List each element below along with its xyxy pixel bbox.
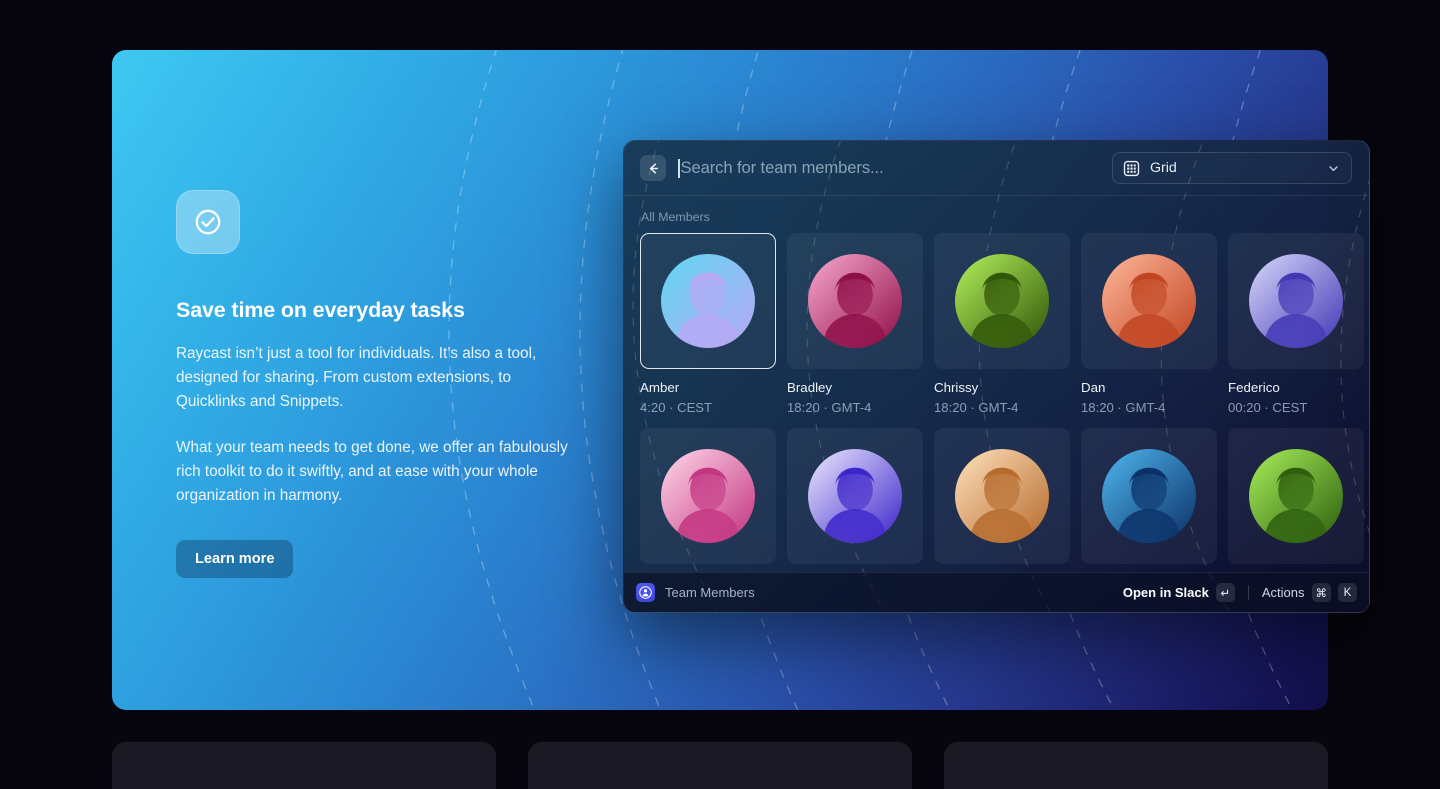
member-thumbnail [640,428,776,564]
chevron-down-icon [1329,165,1338,171]
command-key-badge: ⌘ [1311,583,1331,602]
avatar-image [661,254,755,348]
avatar-image [661,449,755,543]
view-mode-value: Grid [1150,160,1177,176]
command-palette-window: Search for team members... Grid All Memb… [623,140,1370,613]
avatar [661,449,755,543]
avatar-image [1102,254,1196,348]
member-card[interactable]: Amber 4:20 · CEST [640,233,776,415]
hero-content: Save time on everyday tasks Raycast isn’… [176,190,606,578]
hero-paragraph-1: Raycast isn’t just a tool for individual… [176,345,537,410]
members-grid-row: Frankie Jeremie [640,428,1364,572]
section-label: All Members [641,210,710,224]
member-card[interactable]: Jermaine [934,428,1070,572]
member-thumbnail [1228,428,1364,564]
page-title: Save time on everyday tasks [176,298,465,322]
member-thumbnail [1081,233,1217,369]
member-local-time: 18:20 · GMT-4 [1081,400,1166,415]
text-caret [678,158,680,178]
learn-more-button[interactable]: Learn more [176,540,294,578]
members-grid: Amber 4:20 · CEST Bradley 18:20 · GMT-4 [640,233,1364,572]
back-button[interactable] [640,155,666,181]
screen-root: Save time on everyday tasks Raycast isn’… [0,0,1440,789]
member-thumbnail [787,428,923,564]
avatar [661,254,755,348]
member-name: Amber [640,380,680,395]
palette-header: Search for team members... Grid [624,141,1369,196]
member-card[interactable]: Michael [1228,428,1364,572]
member-card[interactable]: Frankie [640,428,776,572]
footer-app-name: Team Members [665,585,755,600]
member-card[interactable]: Chrissy 18:20 · GMT-4 [934,233,1070,415]
grid-icon [1123,160,1140,176]
member-card[interactable]: Jeremie [787,428,923,572]
member-thumbnail [934,428,1070,564]
avatar-image [955,449,1049,543]
member-thumbnail [640,233,776,369]
member-card[interactable]: Federico 00:20 · CEST [1228,233,1364,415]
avatar [955,254,1049,348]
member-name: Chrissy [934,380,979,395]
footer-actions: Open in Slack ↵ Actions ⌘ K [1123,583,1357,602]
avatar-image [808,254,902,348]
avatar-image [808,449,902,543]
footer-divider [1247,585,1249,600]
member-thumbnail [787,233,923,369]
member-card[interactable]: Leigh-Anne [1081,428,1217,572]
check-circle-icon [176,190,240,254]
member-thumbnail [1081,428,1217,564]
palette-footer: Team Members Open in Slack ↵ Actions ⌘ K [624,572,1369,612]
avatar [808,254,902,348]
bottom-card-3[interactable] [944,742,1328,789]
palette-body: All Members Amber 4:20 · CEST Bradley 18… [624,196,1369,572]
avatar [955,449,1049,543]
search-input[interactable]: Search for team members... [678,153,1112,183]
avatar [1249,254,1343,348]
member-card[interactable]: Dan 18:20 · GMT-4 [1081,233,1217,415]
avatar-image [1249,254,1343,348]
member-name: Bradley [787,380,833,395]
avatar-image [1249,449,1343,543]
hero-paragraph-2: What your team needs to get done, we off… [176,439,568,504]
member-thumbnail [934,233,1070,369]
member-card[interactable]: Bradley 18:20 · GMT-4 [787,233,923,415]
avatar [1102,254,1196,348]
member-local-time: 00:20 · CEST [1228,400,1308,415]
avatar [1249,449,1343,543]
avatar-image [955,254,1049,348]
bottom-card-2[interactable] [528,742,912,789]
member-local-time: 4:20 · CEST [640,400,713,415]
view-mode-dropdown[interactable]: Grid [1112,152,1352,184]
enter-key-badge: ↵ [1215,583,1235,602]
member-local-time: 18:20 · GMT-4 [934,400,1019,415]
team-members-app-icon [636,583,655,602]
avatar [1102,449,1196,543]
open-in-slack-action[interactable]: Open in Slack [1123,585,1209,600]
bottom-card-row [112,742,1328,789]
bottom-card-1[interactable] [112,742,496,789]
arrow-left-icon [649,162,658,174]
member-thumbnail [1228,233,1364,369]
k-key-badge: K [1338,583,1357,602]
avatar [808,449,902,543]
search-placeholder: Search for team members... [680,158,884,177]
members-grid-row: Amber 4:20 · CEST Bradley 18:20 · GMT-4 [640,233,1364,415]
member-name: Federico [1228,380,1280,395]
member-name: Dan [1081,380,1106,395]
member-local-time: 18:20 · GMT-4 [787,400,872,415]
actions-menu-button[interactable]: Actions [1262,585,1305,600]
avatar-image [1102,449,1196,543]
